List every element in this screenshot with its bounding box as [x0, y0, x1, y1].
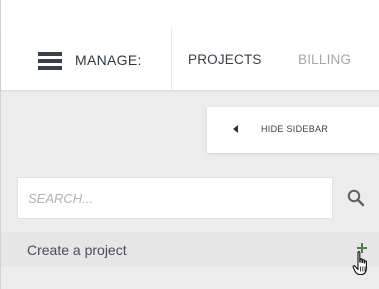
- manage-label: MANAGE:: [75, 52, 142, 68]
- tab-projects[interactable]: PROJECTS: [188, 52, 262, 68]
- tab-billing[interactable]: BILLING: [298, 52, 351, 68]
- top-bar: [0, 0, 379, 27]
- hamburger-menu-icon[interactable]: [38, 52, 62, 70]
- search-input[interactable]: [28, 178, 318, 218]
- create-project-label: Create a project: [27, 242, 127, 258]
- hand-pointer-cursor-icon: [352, 251, 367, 276]
- search-field: [17, 177, 333, 219]
- search-icon: [347, 189, 365, 207]
- search-button[interactable]: [334, 177, 379, 219]
- nav-divider: [171, 28, 172, 89]
- caret-left-icon: [233, 125, 238, 133]
- app-root: MANAGE: PROJECTS BILLING HIDE SIDEBAR Cr…: [0, 0, 379, 289]
- hide-sidebar-label: HIDE SIDEBAR: [261, 124, 329, 134]
- create-project-row[interactable]: Create a project: [1, 232, 379, 267]
- hide-sidebar-button[interactable]: HIDE SIDEBAR: [207, 107, 379, 153]
